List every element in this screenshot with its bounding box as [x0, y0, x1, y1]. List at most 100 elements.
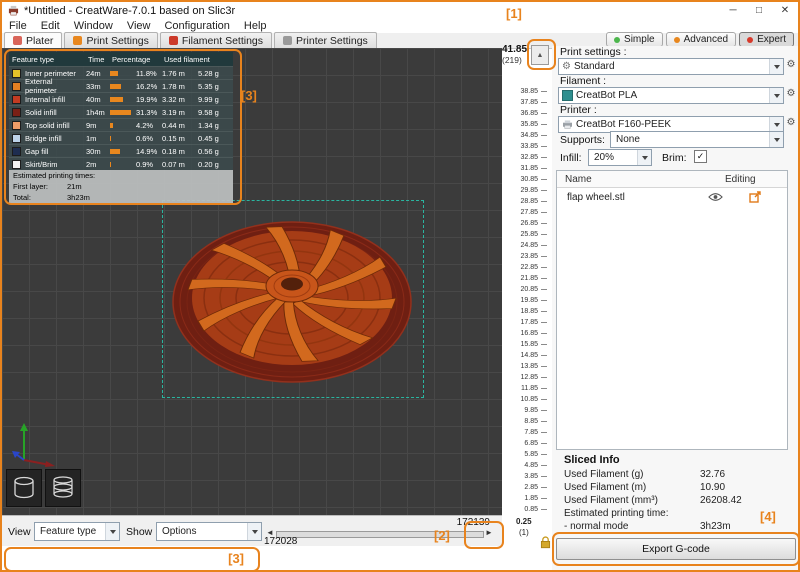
model-flap-wheel[interactable]: [168, 206, 416, 390]
sliced-info-row: Used Filament (m) 10.90: [564, 481, 790, 494]
feature-length: 1.78 m: [162, 81, 185, 91]
feature-percentage: 14.9%: [136, 146, 158, 156]
layer-tick: 31.85: [500, 163, 548, 174]
edit-object-button[interactable]: [735, 191, 775, 203]
layer-slider[interactable]: 41.85 (219) ▲ 38.85 37.85 36.85 35.85 34.85 3…: [500, 42, 552, 549]
brim-checkbox[interactable]: ✓: [694, 150, 707, 163]
infill-select[interactable]: 20%: [588, 149, 652, 166]
tab-printer-settings[interactable]: Printer Settings: [274, 32, 377, 48]
sliced-info-label: Used Filament (mm³): [564, 495, 658, 506]
estimated-times-title: Estimated printing times:: [9, 170, 233, 181]
maximize-button[interactable]: □: [746, 3, 772, 18]
layer-tick-mark: [538, 135, 548, 136]
file-row[interactable]: flap wheel.stl: [557, 188, 787, 206]
tab-filament-settings[interactable]: Filament Settings: [159, 32, 273, 48]
layer-tick: 37.85: [500, 97, 548, 108]
view-mode-layers-button[interactable]: [45, 469, 81, 507]
percentage-bar-icon: [110, 135, 111, 141]
visibility-toggle[interactable]: [695, 192, 735, 202]
filament-value: CreatBot PLA: [576, 90, 638, 101]
sliced-info-label: Used Filament (g): [564, 469, 644, 480]
annotation-3-bottom-label: [3]: [228, 551, 244, 566]
print-settings-select[interactable]: ⚙ Standard: [558, 58, 784, 75]
layer-tick-mark: [538, 278, 548, 279]
feature-time: 40m: [86, 94, 101, 104]
legend-header-cell: Time: [88, 54, 105, 64]
printer-gear-button[interactable]: ⚙: [785, 117, 797, 129]
layer-tick-mark: [538, 476, 548, 477]
menu-help[interactable]: Help: [237, 20, 274, 32]
mode-advanced-button[interactable]: Advanced: [665, 32, 737, 47]
mode-expert-button[interactable]: Expert: [739, 32, 794, 47]
view-label: View: [8, 526, 31, 538]
hslider-track[interactable]: [276, 531, 484, 538]
percentage-bar-icon: [110, 148, 120, 154]
layer-tick: 6.85: [500, 438, 548, 449]
layer-tick-label: 33.85: [520, 143, 538, 150]
sliced-info-value: 10.90: [700, 482, 726, 493]
supports-label: Supports:: [560, 134, 605, 146]
sliced-info-row: Used Filament (g) 32.76: [564, 468, 790, 481]
chevron-down-icon: [769, 88, 783, 103]
infill-value: 20%: [594, 152, 615, 163]
show-select[interactable]: Options: [156, 522, 262, 541]
filament-select[interactable]: CreatBot PLA: [558, 87, 784, 104]
layer-tick: 13.85: [500, 361, 548, 372]
object-list[interactable]: Name Editing flap wheel.stl: [556, 170, 788, 450]
close-button[interactable]: ✕: [772, 3, 798, 18]
view-options-bar: View Feature type Show Options 172139 ◄ …: [2, 515, 502, 547]
menu-window[interactable]: Window: [67, 20, 120, 32]
minimize-button[interactable]: ─: [720, 3, 746, 18]
menu-configuration[interactable]: Configuration: [157, 20, 236, 32]
plater-icon: [13, 36, 22, 45]
feature-percentage: 11.8%: [136, 68, 157, 78]
view-mode-solid-button[interactable]: [6, 469, 42, 507]
tab-print-settings[interactable]: Print Settings: [64, 32, 158, 48]
tab-plater[interactable]: Plater: [4, 32, 63, 48]
feature-length: 3.19 m: [162, 107, 185, 117]
layer-tick-label: 12.85: [520, 374, 538, 381]
filament-gear-button[interactable]: ⚙: [785, 88, 797, 100]
feature-name: Top solid infill: [25, 120, 70, 130]
print-settings-gear-button[interactable]: ⚙: [785, 59, 797, 71]
layer-tick: 19.85: [500, 295, 548, 306]
feature-color-swatch: [12, 68, 21, 78]
supports-select[interactable]: None: [610, 131, 784, 148]
layer-tick-scale: 38.85 37.85 36.85 35.85 34.85 33.85 32.85 31.85…: [500, 86, 548, 515]
layer-tick-label: 22.85: [520, 264, 538, 271]
layer-tick-label: 8.85: [524, 418, 538, 425]
layer-slider-up-button[interactable]: ▲: [531, 45, 549, 65]
percentage-bar-icon: [110, 83, 121, 89]
legend-row: Internal infill 40m 19.9% 3.32 m 9.99 g: [9, 92, 233, 105]
sliced-info: Used Filament (g) 32.76 Used Filament (m) 1…: [564, 468, 790, 533]
layer-tick: 3.85: [500, 471, 548, 482]
feature-color-swatch: [12, 146, 21, 156]
layer-tick-label: 29.85: [520, 187, 538, 194]
advanced-dot-icon: [673, 36, 680, 43]
menu-file[interactable]: File: [2, 20, 34, 32]
lock-icon[interactable]: [540, 536, 551, 549]
layer-tick-label: 5.85: [524, 451, 538, 458]
layer-tick-mark: [538, 201, 548, 202]
legend-row: Bridge infill 1m 0.6% 0.15 m 0.45 g: [9, 131, 233, 144]
menu-view[interactable]: View: [120, 20, 158, 32]
3d-viewport[interactable]: Feature type Time Percentage Used filament …: [2, 48, 502, 515]
print-settings-label: Print settings :: [560, 46, 627, 58]
hslider-value-bottom: 172028: [264, 536, 298, 547]
layer-tick-label: 25.85: [520, 231, 538, 238]
feature-time: 33m: [86, 81, 101, 91]
feature-time: 2m: [86, 159, 97, 169]
feature-weight: 0.45 g: [198, 133, 219, 143]
hslider-right-arrow[interactable]: ►: [485, 528, 493, 537]
layer-tick: 33.85: [500, 141, 548, 152]
feature-percentage: 16.2%: [136, 81, 158, 91]
mode-simple-button[interactable]: Simple: [606, 32, 663, 47]
feature-time: 1h4m: [86, 107, 105, 117]
layer-tick: 26.85: [500, 218, 548, 229]
layer-tick: 18.85: [500, 306, 548, 317]
menu-edit[interactable]: Edit: [34, 20, 67, 32]
feature-weight: 0.20 g: [198, 159, 219, 169]
export-gcode-button[interactable]: Export G-code: [556, 538, 796, 560]
view-select[interactable]: Feature type: [34, 522, 120, 541]
annotation-1-label: [1]: [506, 6, 522, 21]
